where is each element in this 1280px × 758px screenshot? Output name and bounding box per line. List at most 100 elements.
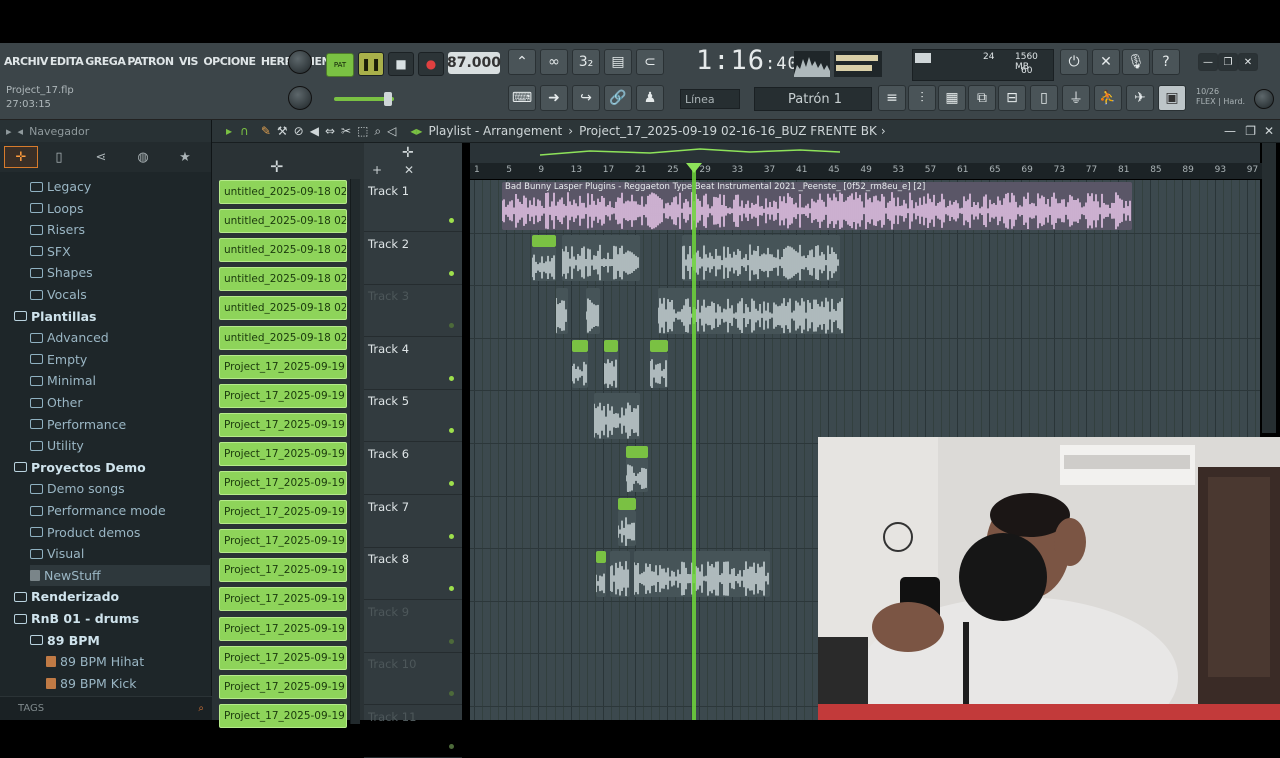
menu-edit[interactable]: EDITA: [50, 55, 84, 68]
pattern-item[interactable]: Project_17_2025-09-19: [219, 674, 347, 699]
wait-input-button[interactable]: ∞: [540, 49, 568, 75]
picker-add-icon[interactable]: ✛: [270, 157, 283, 176]
maximize-button[interactable]: ❐: [1218, 53, 1238, 71]
browser-item[interactable]: Performance mode: [30, 500, 210, 521]
playhead[interactable]: [692, 163, 696, 720]
browser-item[interactable]: 89 BPM: [30, 630, 210, 651]
render-button[interactable]: ✈: [1126, 85, 1154, 111]
audio-clip[interactable]: [650, 352, 668, 388]
channel-rack-button[interactable]: ⫶: [908, 85, 936, 111]
metronome-button[interactable]: ⌃: [508, 49, 536, 75]
close-button[interactable]: ✕: [1238, 53, 1258, 71]
clip-header[interactable]: [626, 446, 648, 458]
play-button[interactable]: ❚❚: [358, 52, 384, 76]
browser-item[interactable]: RnB 01 - drums: [14, 608, 210, 629]
audio-clip[interactable]: [586, 288, 600, 334]
audio-clip[interactable]: [682, 235, 840, 281]
clip-header[interactable]: [532, 235, 556, 247]
browser-item[interactable]: Renderizado: [14, 586, 210, 607]
song-position-clock[interactable]: 1:16:40: [696, 45, 799, 76]
stamp-button[interactable]: ♟: [636, 85, 664, 111]
mute-icon[interactable]: ◀: [310, 124, 319, 138]
timeline-ruler[interactable]: 1 5 9 13 17 21 25 29 33 37 41 45 49 53 57 61 65 69 73 77 81 8…: [470, 163, 1270, 179]
mic-button[interactable]: 🎙: [1122, 49, 1150, 75]
pattern-item[interactable]: Project_17_2025-09-19: [219, 529, 347, 554]
track-header[interactable]: Track 4: [364, 338, 462, 390]
countdown-button[interactable]: 3₂: [572, 49, 600, 75]
track-header[interactable]: Track 11: [364, 706, 462, 758]
clip-header[interactable]: [604, 340, 618, 352]
pattern-item[interactable]: Project_17_2025-09-19: [219, 354, 347, 379]
track-header[interactable]: Track 7: [364, 496, 462, 548]
select-icon[interactable]: ⬚: [357, 124, 368, 138]
volume-slider-handle[interactable]: [384, 92, 392, 106]
track-led[interactable]: [449, 744, 454, 749]
wizard-button[interactable]: ⛹: [1094, 85, 1122, 111]
audio-clip[interactable]: [596, 563, 606, 597]
pattern-item[interactable]: untitled_2025-09-18 02: [219, 180, 347, 204]
clip-header[interactable]: [572, 340, 588, 352]
browser-item[interactable]: NewStuff: [30, 564, 210, 586]
audio-clip[interactable]: [604, 352, 618, 388]
browser-item[interactable]: Risers: [30, 219, 210, 240]
tab-current[interactable]: ⋖: [80, 146, 122, 168]
snap-select[interactable]: Línea: [680, 89, 740, 109]
pattern-item[interactable]: untitled_2025-09-18 02: [219, 209, 347, 234]
record-button[interactable]: ●: [418, 52, 444, 76]
tab-favorites[interactable]: ★: [164, 146, 206, 168]
audio-clip[interactable]: [556, 288, 568, 334]
output-button[interactable]: ▣: [1158, 85, 1186, 111]
search-icon[interactable]: ⌕: [198, 703, 204, 714]
news-panel[interactable]: 10/26 FLEX | Hard.: [1196, 87, 1245, 107]
add-track-icon[interactable]: +: [372, 163, 382, 177]
toolbox-button[interactable]: ✕: [1092, 49, 1120, 75]
slip-icon[interactable]: ⇔: [325, 124, 335, 138]
master-pitch-knob[interactable]: [288, 86, 312, 110]
track-header[interactable]: Track 1: [364, 180, 462, 232]
project-info-button[interactable]: ▯: [1030, 85, 1058, 111]
link-button[interactable]: 🔗: [604, 85, 632, 111]
track-led[interactable]: [449, 586, 454, 592]
track-menu-icon[interactable]: ✛: [402, 145, 414, 161]
browser-item[interactable]: Proyectos Demo: [14, 457, 210, 478]
tab-project[interactable]: ▯: [38, 146, 80, 168]
piano-roll-button[interactable]: ⌨: [508, 85, 536, 111]
browser-item[interactable]: SFX: [30, 241, 210, 262]
track-header[interactable]: Track 10: [364, 653, 462, 706]
pattern-item[interactable]: Project_17_2025-09-19: [219, 558, 347, 583]
pattern-item[interactable]: Project_17_2025-09-19: [219, 412, 347, 437]
pl-minimize-icon[interactable]: —: [1224, 124, 1236, 138]
menu-view[interactable]: VIS: [179, 55, 199, 68]
stop-button[interactable]: ■: [388, 52, 414, 76]
track-header[interactable]: Track 6: [364, 443, 462, 495]
master-volume-knob[interactable]: [288, 50, 312, 74]
track-led[interactable]: [449, 218, 454, 223]
pattern-item[interactable]: Project_17_2025-09-19: [219, 703, 347, 728]
browser-item[interactable]: Vocals: [30, 284, 210, 305]
pl-close-icon[interactable]: ✕: [1264, 124, 1274, 138]
snap-button[interactable]: ➜: [540, 85, 568, 111]
audio-clip[interactable]: [572, 352, 588, 388]
browser-item[interactable]: 89 BPM Hihat: [46, 651, 210, 672]
browser-item[interactable]: Utility: [30, 435, 210, 456]
track-led[interactable]: [449, 638, 454, 644]
help-button[interactable]: ?: [1152, 49, 1180, 75]
pattern-item[interactable]: Project_17_2025-09-19: [219, 500, 347, 525]
track-led[interactable]: [449, 428, 454, 434]
track-led[interactable]: [449, 533, 454, 539]
picker-scrollbar[interactable]: [350, 179, 360, 724]
menu-file[interactable]: ARCHIV: [4, 55, 48, 68]
pattern-item[interactable]: Project_17_2025-09-19: [219, 587, 347, 612]
pattern-item[interactable]: untitled_2025-09-18 02: [219, 296, 347, 321]
audio-clip[interactable]: Bad Bunny Lasper Plugins - Reggaeton Typ…: [502, 182, 1132, 230]
clip-header[interactable]: [596, 551, 606, 563]
pattern-select[interactable]: Patrón 1: [754, 87, 872, 111]
track-header[interactable]: Track 5: [364, 390, 462, 443]
browser-item[interactable]: 89 BPM Kick: [46, 673, 210, 694]
track-header[interactable]: Track 3: [364, 285, 462, 338]
track-header[interactable]: Track 2: [364, 233, 462, 285]
browser-item[interactable]: Minimal: [30, 370, 210, 391]
pattern-item[interactable]: untitled_2025-09-18 02: [219, 267, 347, 292]
magnet-icon[interactable]: ∩: [240, 124, 249, 138]
browser-button[interactable]: ⊟: [998, 85, 1026, 111]
